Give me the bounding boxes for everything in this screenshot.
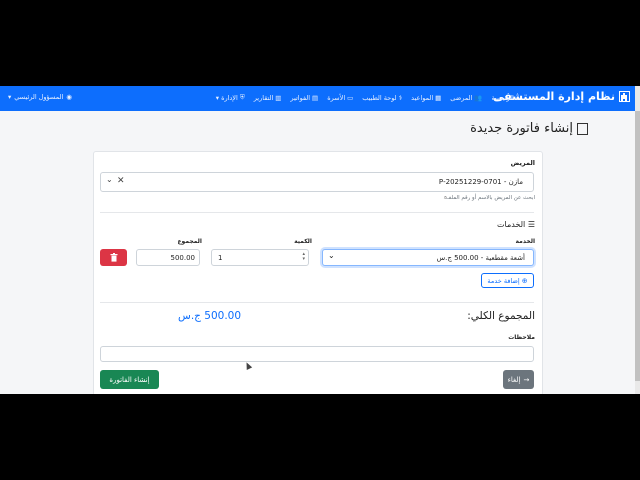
- shield-icon: ⛨: [239, 93, 245, 101]
- divider: [100, 212, 534, 213]
- total-column-label: المجموع: [177, 238, 202, 245]
- nav-menu: ⌂ الرئيسية 👥 المرضى ▦ المواعيد ⚕ لوحة ال…: [216, 93, 520, 102]
- nav-item-label: المواعيد: [411, 93, 434, 102]
- remove-service-button[interactable]: [100, 249, 127, 266]
- nav-item-label: الإدارة: [221, 93, 238, 102]
- top-navbar: نظام إدارة المستشفى ⌂ الرئيسية 👥 المرضى …: [0, 86, 640, 111]
- row-total-value: 500.00: [170, 254, 196, 262]
- user-name: المسؤول الرئيسي: [14, 93, 64, 101]
- chevron-down-icon: ▾: [215, 93, 220, 102]
- plus-circle-icon: ⊕: [521, 276, 528, 285]
- clear-icon[interactable]: ✕: [117, 176, 125, 186]
- create-invoice-label: إنشاء الفاتورة: [109, 375, 150, 384]
- row-total-field: 500.00: [136, 249, 200, 266]
- search-icon: ⌕: [443, 195, 447, 201]
- list-icon: ☰: [527, 220, 535, 229]
- scrollbar-thumb[interactable]: [635, 111, 640, 381]
- page-title: إنشاء فاتورة جديدة: [470, 121, 588, 136]
- patient-select[interactable]: مازن - 0701-20251229-P ✕ ⌄: [100, 172, 534, 192]
- patient-select-value: مازن - 0701-20251229-P: [438, 178, 523, 186]
- divider: [100, 302, 534, 303]
- doctor-icon: ⚕: [398, 93, 403, 102]
- scrollbar[interactable]: [635, 86, 640, 394]
- nav-item-label: الرئيسية: [491, 93, 514, 102]
- notes-label: ملاحظات: [508, 334, 535, 341]
- nav-item-label: الفواتير: [290, 93, 311, 102]
- receipt-icon: [577, 122, 588, 135]
- trash-icon: [110, 253, 117, 262]
- quantity-column-label: الكمية: [294, 238, 312, 245]
- bed-icon: ▭: [347, 93, 354, 102]
- nav-item-label: الأسرة: [327, 93, 346, 102]
- invoice-form-card: المريض مازن - 0701-20251229-P ✕ ⌄ ابحث ع…: [93, 151, 543, 394]
- service-select-value: أشعة مقطعية - 500.00 ج.س: [436, 254, 525, 262]
- user-menu[interactable]: ◉ المسؤول الرئيسي ▾: [8, 93, 72, 101]
- notes-textarea[interactable]: [100, 346, 534, 362]
- cancel-button[interactable]: → إلغاء: [503, 370, 534, 389]
- chevron-down-icon: ⌄: [328, 251, 335, 260]
- cancel-label: إلغاء: [507, 375, 521, 384]
- nav-item-invoices[interactable]: ▤ الفواتير: [290, 93, 318, 102]
- chart-icon: ▥: [275, 93, 282, 102]
- stepper-icon[interactable]: ▴ ▾: [302, 252, 305, 262]
- add-service-label: إضافة خدمة: [487, 276, 520, 285]
- browser-viewport: نظام إدارة المستشفى ⌂ الرئيسية 👥 المرضى …: [0, 86, 640, 394]
- grand-total-value: 500.00 ج.س: [178, 310, 242, 322]
- quantity-value: 1: [218, 254, 223, 262]
- chevron-down-icon[interactable]: ⌄: [106, 175, 113, 184]
- nav-item-patients[interactable]: 👥 المرضى: [450, 93, 482, 102]
- services-header: ☰ الخدمات: [497, 220, 535, 229]
- hospital-icon: [619, 91, 630, 102]
- page-title-text: إنشاء فاتورة جديدة: [470, 121, 573, 136]
- chevron-down-icon: ▾: [8, 93, 12, 101]
- arrow-right-icon: →: [523, 375, 530, 384]
- grand-total-label: المجموع الكلي:: [467, 310, 535, 322]
- nav-item-label: لوحة الطبيب: [362, 93, 397, 102]
- nav-item-label: التقارير: [253, 93, 274, 102]
- add-service-button[interactable]: ⊕ إضافة خدمة: [481, 273, 534, 288]
- invoice-icon: ▤: [312, 93, 319, 102]
- nav-item-doctor-panel[interactable]: ⚕ لوحة الطبيب: [362, 93, 402, 102]
- services-header-text: الخدمات: [497, 220, 526, 229]
- patient-label: المريض: [510, 159, 535, 167]
- calendar-icon: ▦: [435, 93, 442, 102]
- service-select[interactable]: أشعة مقطعية - 500.00 ج.س ⌄: [322, 249, 534, 266]
- nav-item-reports[interactable]: ▥ التقارير: [254, 93, 282, 102]
- nav-item-home[interactable]: ⌂ الرئيسية: [491, 93, 520, 102]
- nav-item-appointments[interactable]: ▦ المواعيد: [411, 93, 441, 102]
- create-invoice-button[interactable]: إنشاء الفاتورة: [100, 370, 159, 389]
- patient-help-text: ابحث عن المريض بالاسم أو رقم الملف: [445, 195, 535, 201]
- nav-item-beds[interactable]: ▭ الأسرة: [327, 93, 353, 102]
- user-icon: ◉: [66, 93, 72, 101]
- service-column-label: الخدمة: [515, 238, 535, 245]
- home-icon: ⌂: [515, 93, 520, 102]
- people-icon: 👥: [474, 93, 483, 102]
- quantity-input[interactable]: 1 ▴ ▾: [211, 249, 309, 266]
- nav-item-admin[interactable]: ⛨ الإدارة ▾: [216, 93, 245, 102]
- nav-item-label: المرضى: [450, 93, 473, 102]
